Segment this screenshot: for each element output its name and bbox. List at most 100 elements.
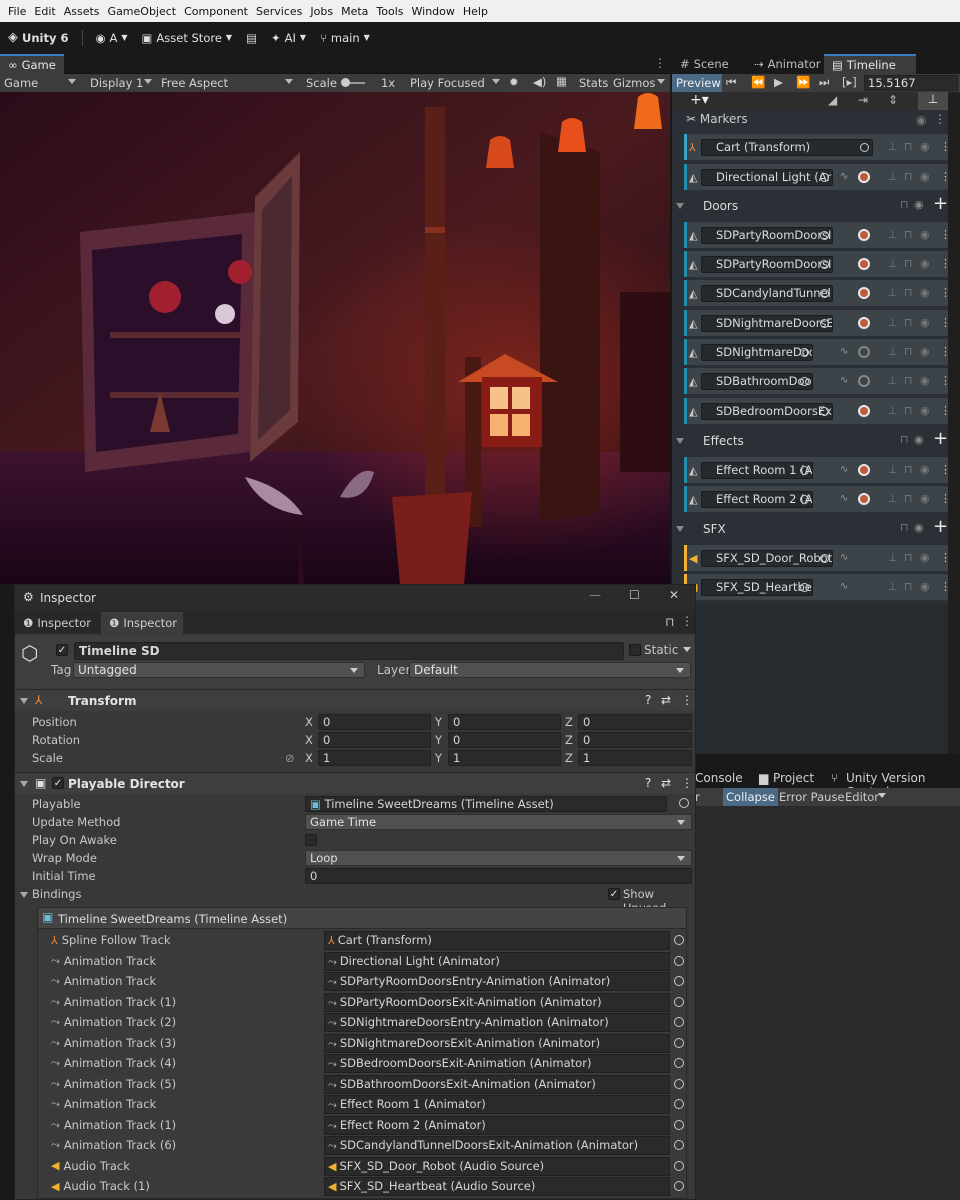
play-icon[interactable]: ▶ [774,75,783,89]
maximize-icon[interactable]: ☐ [629,588,640,602]
track-binding-field[interactable]: Effect Room 2 (A [701,491,813,508]
kebab-menu-icon[interactable]: ⋮ [940,345,948,358]
add-icon[interactable]: + [933,193,948,214]
target-icon[interactable] [674,1119,684,1130]
director-enabled-checkbox[interactable]: ✓ [52,777,64,789]
pin-icon[interactable]: ⊥ [888,286,898,299]
curve-icon[interactable]: ∿ [840,376,854,387]
eye-icon[interactable]: ◉ [920,463,930,476]
asset-store-button[interactable]: ▣ Asset Store ▼ [142,31,233,45]
record-icon[interactable] [858,287,870,299]
game-view[interactable] [0,92,670,584]
rotation-z-field[interactable]: 0 [578,732,692,748]
gizmos-dropdown[interactable]: Gizmos [609,74,669,92]
initial-time-field[interactable]: 0 [305,868,692,884]
help-icon[interactable]: ? [645,776,651,790]
target-icon[interactable] [800,377,809,386]
range-icon[interactable]: [▸] [842,75,857,89]
stats-button[interactable]: Stats [579,76,608,90]
menu-component[interactable]: Component [184,5,248,18]
binding-target-field[interactable]: ⤳ SDBathroomDoorsExit-Animation (Animator… [324,1074,670,1094]
preset-icon[interactable]: ⇄ [661,776,671,790]
target-icon[interactable] [820,260,829,269]
target-icon[interactable] [800,348,809,357]
track-binding-field[interactable]: Directional Light (Ar [701,169,833,186]
account-button[interactable]: ◉ A ▼ [95,31,127,45]
target-icon[interactable] [800,583,809,592]
track-binding-field[interactable]: SDBathroomDoor [701,373,813,390]
kebab-menu-icon[interactable]: ⋮ [940,228,948,241]
track-binding-field[interactable]: SDNightmareDoc [701,344,813,361]
help-icon[interactable]: ? [645,693,651,707]
track-audio[interactable]: ◀ SFX_SD_Door_Robot ∿ ⊥ ⊓ ◉ ⋮ [684,545,948,571]
kebab-menu-icon[interactable]: ⋮ [940,257,948,270]
target-icon[interactable] [674,955,684,966]
kebab-menu-icon[interactable]: ⋮ [940,551,948,564]
target-icon[interactable] [674,1181,684,1191]
kebab-menu-icon[interactable]: ⋮ [940,170,948,183]
audio-mute-icon[interactable]: ◀) [533,75,546,89]
record-icon[interactable] [858,405,870,417]
playable-field[interactable]: ▣ Timeline SweetDreams (Timeline Asset) [305,796,667,812]
wrap-mode-dropdown[interactable]: Loop [305,850,692,866]
scale-slider[interactable]: Scale 1x [302,74,402,92]
binding-target-field[interactable]: ⤳ Directional Light (Animator) [324,951,670,971]
group-doors[interactable]: Doors ⊓ ◉ + [672,192,948,220]
eye-icon[interactable]: ◉ [914,198,924,211]
target-icon[interactable] [820,289,829,298]
menu-jobs[interactable]: Jobs [310,5,333,18]
binding-target-field[interactable]: ⤳ SDPartyRoomDoorsEntry-Animation (Animat… [324,972,670,991]
show-unused-checkbox[interactable]: ✓ [608,888,620,900]
play-mode-dropdown[interactable]: Play Focused [406,74,504,92]
pin-icon[interactable]: ⊥ [888,140,898,153]
tab-inspector-1[interactable]: ❶ Inspector [15,612,99,634]
kebab-menu-icon[interactable]: ⋮ [940,374,948,387]
eye-icon[interactable]: ◉ [916,113,926,127]
target-icon[interactable] [820,319,829,328]
kebab-menu-icon[interactable]: ⋮ [940,492,948,505]
kebab-menu-icon[interactable]: ⋮ [940,463,948,476]
kebab-menu-icon[interactable]: ⋮ [940,404,948,417]
kebab-menu-icon[interactable]: ⋮ [940,580,948,593]
collapse-icon[interactable]: ⇕ [888,93,898,107]
snap-icon[interactable]: ◢ [828,93,837,107]
track-door[interactable]: ◭ SDNightmareDoc ∿ ⊥ ⊓ ◉ ⋮ [684,339,948,365]
menu-edit[interactable]: Edit [34,5,55,18]
lock-icon[interactable]: ⊓ [904,551,913,564]
lock-icon[interactable]: ⊓ [904,286,913,299]
scale-x-field[interactable]: 1 [318,750,431,766]
target-icon[interactable] [820,407,829,416]
record-icon[interactable] [858,229,870,241]
record-icon[interactable] [858,346,870,358]
kebab-menu-icon[interactable]: ⋮ [934,112,946,126]
pin-icon[interactable]: ⊥ [888,374,898,387]
track-door[interactable]: ◭ SDBathroomDoor ∿ ⊥ ⊓ ◉ ⋮ [684,368,948,394]
kebab-menu-icon[interactable]: ⋮ [654,56,666,70]
binding-target-field[interactable]: ⅄ Cart (Transform) [324,931,670,950]
object-name-field[interactable]: Timeline SD [74,642,624,660]
rotation-y-field[interactable]: 0 [448,732,561,748]
minimize-icon[interactable]: — [589,588,601,602]
lock-icon[interactable]: ⊓ [904,228,913,241]
target-icon[interactable] [820,173,829,182]
add-icon[interactable]: + [933,428,948,449]
lock-icon[interactable]: ⊓ [904,140,913,153]
record-icon[interactable] [858,317,870,329]
position-y-field[interactable]: 0 [448,714,561,730]
pin-icon[interactable]: ⊥ [888,492,898,505]
menu-window[interactable]: Window [412,5,455,18]
pin-icon[interactable]: ⊥ [888,580,898,593]
eye-icon[interactable]: ◉ [920,580,930,593]
tab-timeline[interactable]: ▤ Timeline [824,54,916,74]
lock-icon[interactable]: ⊓ [904,316,913,329]
close-icon[interactable]: ✕ [669,588,679,602]
static-checkbox[interactable] [629,644,641,656]
pin-icon[interactable]: ⊥ [888,551,898,564]
target-icon[interactable] [820,554,829,563]
scale-y-field[interactable]: 1 [448,750,561,766]
menu-services[interactable]: Services [256,5,302,18]
ripple-icon[interactable]: ⇥ [858,93,868,107]
pin-icon[interactable]: ⊥ [888,228,898,241]
display-dropdown[interactable]: Display 1 [86,74,156,92]
playable-director-header[interactable]: ▣ ✓ Playable Director ? ⇄ ⋮ [15,772,695,794]
